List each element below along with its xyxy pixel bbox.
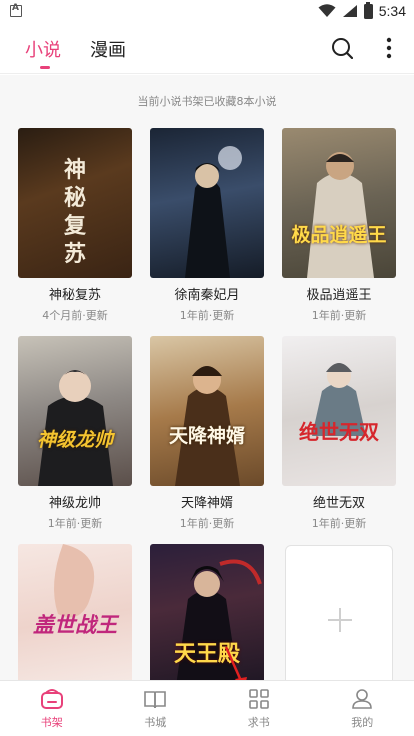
nav-item-bookstore[interactable]: 书城 [104, 681, 208, 736]
search-icon[interactable] [331, 37, 353, 59]
book-cover[interactable]: 天降神婿 [150, 336, 264, 486]
user-icon [352, 689, 373, 709]
grid-icon [248, 689, 269, 709]
tab-novel[interactable]: 小说 [25, 36, 61, 62]
plus-icon [328, 608, 352, 632]
book-update-time: 1年前·更新 [47, 517, 103, 530]
book-title: 徐南秦妃月 [174, 288, 240, 303]
book-title: 极品逍遥王 [306, 288, 372, 303]
book-card[interactable]: 神级龙帅 神级龙帅 1年前·更新 [17, 336, 133, 531]
nav-item-bookshelf[interactable]: 书架 [0, 681, 104, 736]
nav-item-request-book[interactable]: 求书 [207, 681, 311, 736]
book-cover[interactable]: 神级龙帅 [18, 336, 132, 486]
book-cover[interactable]: 神秘复苏 [18, 128, 132, 278]
cover-illustration [175, 366, 240, 486]
cover-text: 神秘复苏 [63, 157, 86, 267]
notification-icon [10, 3, 22, 17]
cover-text: 绝世无双 [299, 420, 379, 444]
app-header: 小说 漫画 [0, 24, 414, 74]
book-title: 神秘复苏 [48, 288, 101, 303]
bookshelf-content: 当前小说书架已收藏8本小说 神秘复苏 神秘复苏 4个月前·更新 徐南秦妃月 1年… [0, 75, 414, 680]
book-card[interactable]: 徐南秦妃月 1年前·更新 [149, 128, 265, 323]
book-title: 神级龙帅 [48, 496, 101, 511]
book-card[interactable]: 绝世无双 绝世无双 1年前·更新 [281, 336, 397, 531]
nav-label: 书架 [40, 716, 63, 729]
book-card[interactable]: 神秘复苏 神秘复苏 4个月前·更新 [17, 128, 133, 323]
cover-text: 极品逍遥王 [291, 224, 387, 246]
cover-text: 神级龙帅 [36, 429, 113, 451]
nav-label: 我的 [351, 716, 374, 729]
book-update-time: 4个月前·更新 [42, 309, 108, 322]
cover-illustration [38, 370, 113, 486]
book-card[interactable]: 盖世战王 [17, 544, 133, 680]
cover-illustration [307, 152, 374, 278]
book-card[interactable]: 极品逍遥王 极品逍遥王 1年前·更新 [281, 128, 397, 323]
nav-item-mine[interactable]: 我的 [311, 681, 414, 736]
status-time: 5:34 [378, 3, 406, 19]
shelf-count-text: 当前小说书架已收藏8本小说 [137, 95, 277, 108]
cover-text: 盖世战王 [33, 613, 117, 637]
book-card[interactable]: 天降神婿 天降神婿 1年前·更新 [149, 336, 265, 531]
active-tab-indicator [40, 66, 50, 69]
cover-illustration [312, 363, 366, 436]
add-book-card[interactable] [285, 545, 393, 680]
book-open-icon [144, 691, 167, 709]
bookshelf-icon [40, 689, 63, 709]
book-title: 天降神婿 [180, 496, 233, 511]
status-bar: 5:34 [0, 0, 414, 24]
book-cover[interactable] [150, 128, 264, 278]
signal-icon [342, 5, 357, 17]
battery-icon [363, 1, 373, 19]
wifi-icon [318, 4, 336, 17]
book-cover[interactable]: 绝世无双 [282, 336, 396, 486]
tab-comic[interactable]: 漫画 [90, 36, 126, 62]
bottom-navigation: 书架 书城 求书 我的 [0, 680, 414, 736]
nav-label: 书城 [144, 716, 167, 729]
book-update-time: 1年前·更新 [179, 517, 235, 530]
cover-text: 天降神婿 [168, 425, 245, 447]
cover-illustration [185, 146, 242, 278]
book-update-time: 1年前·更新 [311, 309, 367, 322]
book-title: 绝世无双 [312, 496, 365, 511]
nav-label: 求书 [247, 716, 270, 729]
book-update-time: 1年前·更新 [179, 309, 235, 322]
more-options-icon[interactable] [385, 37, 393, 59]
book-cover[interactable]: 盖世战王 [18, 544, 132, 680]
book-update-time: 1年前·更新 [311, 517, 367, 530]
book-cover[interactable]: 极品逍遥王 [282, 128, 396, 278]
